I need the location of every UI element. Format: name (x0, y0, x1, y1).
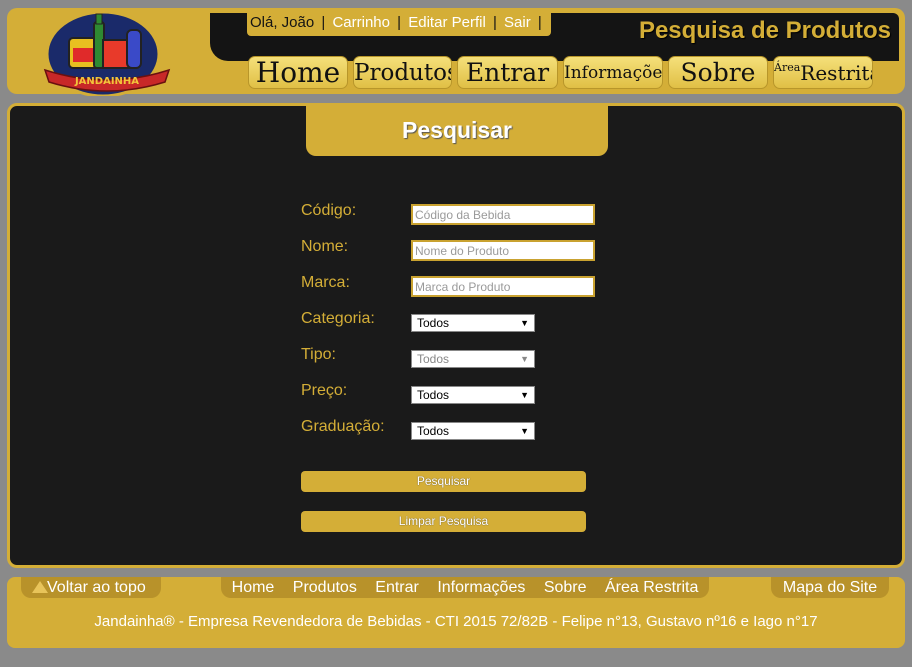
edit-profile-link[interactable]: Editar Perfil (408, 14, 486, 31)
nav-area-restrita[interactable]: ÁreaRestrita (773, 56, 873, 89)
footer-nav-produtos[interactable]: Produtos (293, 579, 357, 596)
nav-produtos[interactable]: Produtos (353, 56, 452, 89)
categoria-select[interactable]: Todos ▼ (411, 314, 535, 332)
back-to-top-label: Voltar ao topo (47, 579, 146, 596)
nav-area-restrita-label: Restrita (800, 61, 872, 85)
jandainha-logo[interactable]: JANDAINHA (37, 8, 177, 96)
footer-nav-entrar[interactable]: Entrar (375, 579, 419, 596)
footer-nav-sobre[interactable]: Sobre (544, 579, 587, 596)
tipo-value: Todos (417, 352, 450, 366)
footer-nav-area-restrita[interactable]: Área Restrita (605, 579, 698, 596)
search-title: Pesquisar (402, 117, 512, 143)
preco-select[interactable]: Todos ▼ (411, 386, 535, 404)
user-greeting: Olá, João (250, 14, 315, 31)
footer-nav-home[interactable]: Home (232, 579, 275, 596)
logo-text: JANDAINHA (74, 76, 139, 87)
nav-home[interactable]: Home (248, 56, 348, 89)
tipo-select[interactable]: Todos ▼ (411, 350, 535, 368)
categoria-value: Todos (417, 316, 450, 330)
graduacao-select[interactable]: Todos ▼ (411, 422, 535, 440)
marca-label: Marca: (301, 274, 350, 291)
search-tab: Pesquisar (306, 103, 608, 156)
preco-value: Todos (417, 388, 450, 402)
dropdown-arrow-icon: ▼ (520, 426, 529, 436)
codigo-label: Código: (301, 202, 357, 219)
graduacao-value: Todos (417, 424, 450, 438)
graduacao-label: Graduação: (301, 418, 385, 435)
nav-area-super: Área (774, 61, 801, 74)
search-button[interactable]: Pesquisar (301, 471, 586, 492)
sitemap-link[interactable]: Mapa do Site (771, 577, 889, 598)
tipo-label: Tipo: (301, 346, 336, 363)
footer: Voltar ao topo Home Produtos Entrar Info… (7, 577, 905, 648)
header: JANDAINHA Olá, João | Carrinho | Editar … (7, 8, 905, 96)
nav-entrar[interactable]: Entrar (457, 56, 558, 89)
dropdown-arrow-icon: ▼ (520, 318, 529, 328)
nome-label: Nome: (301, 238, 349, 255)
marca-input[interactable] (411, 276, 595, 297)
arrow-up-icon (32, 581, 48, 593)
page-title: Pesquisa de Produtos (638, 17, 891, 44)
search-panel: Pesquisar Código: Nome: Marca: Categoria… (7, 103, 905, 568)
clear-search-button[interactable]: Limpar Pesquisa (301, 511, 586, 532)
preco-label: Preço: (301, 382, 348, 399)
dropdown-arrow-icon: ▼ (520, 390, 529, 400)
nav-sobre[interactable]: Sobre (668, 56, 768, 89)
dropdown-arrow-icon: ▼ (520, 354, 529, 364)
codigo-input[interactable] (411, 204, 595, 225)
logout-link[interactable]: Sair (504, 14, 531, 31)
nome-input[interactable] (411, 240, 595, 261)
user-bar: Olá, João | Carrinho | Editar Perfil | S… (247, 12, 551, 36)
footer-nav: Home Produtos Entrar Informações Sobre Á… (221, 577, 709, 598)
cart-link[interactable]: Carrinho (332, 14, 390, 31)
footer-credits: Jandainha® - Empresa Revendedora de Bebi… (94, 613, 818, 630)
footer-nav-informacoes[interactable]: Informações (437, 579, 525, 596)
categoria-label: Categoria: (301, 310, 375, 327)
back-to-top-link[interactable]: Voltar ao topo (21, 577, 161, 598)
nav-informacoes[interactable]: Informações (563, 56, 663, 89)
